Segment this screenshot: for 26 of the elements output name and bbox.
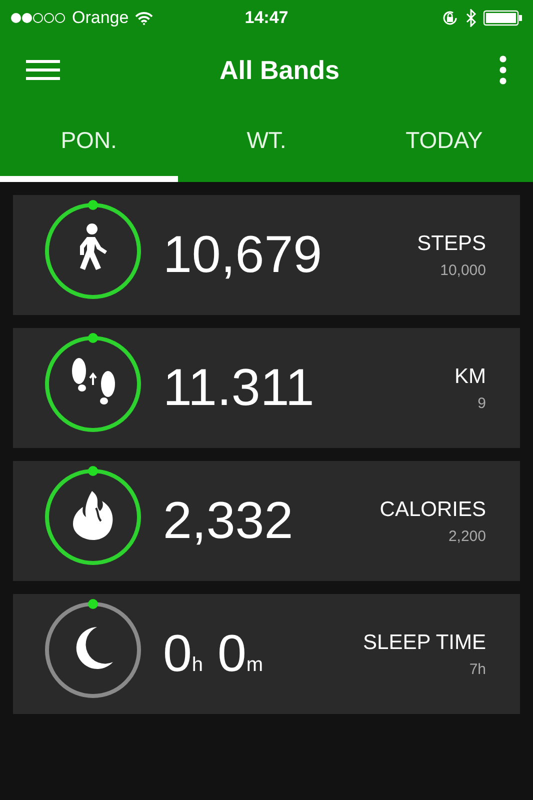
status-time: 14:47 <box>244 8 288 28</box>
wifi-icon <box>134 12 153 24</box>
stat-label: KM <box>454 364 486 388</box>
stat-value: 10,679 <box>163 225 324 285</box>
signal-icon <box>10 12 66 24</box>
goal-value: 10,000 <box>440 262 486 278</box>
carrier-name: Orange <box>72 8 129 28</box>
menu-button[interactable] <box>26 59 60 81</box>
battery-icon <box>483 10 523 26</box>
stat-label: STEPS <box>417 232 486 256</box>
goal-value: 9 <box>478 394 486 412</box>
rotation-lock-icon <box>441 9 459 27</box>
more-options-button[interactable] <box>498 55 507 85</box>
day-tab[interactable]: PON. <box>0 104 178 182</box>
day-tab[interactable]: WT. <box>178 104 356 182</box>
stat-label: CALORIES <box>380 498 486 522</box>
goal-value: 2,200 <box>448 528 486 544</box>
footprints-icon <box>69 357 117 407</box>
stat-value: 11.311 <box>163 358 316 418</box>
app-title: All Bands <box>220 54 340 86</box>
flame-icon <box>72 490 114 540</box>
stat-label: SLEEP TIME <box>363 630 486 654</box>
stat-value: 2,332 <box>163 491 294 551</box>
bluetooth-icon <box>465 9 477 27</box>
day-tab[interactable]: TODAY <box>355 104 533 182</box>
goal-value: 7h <box>469 660 486 678</box>
